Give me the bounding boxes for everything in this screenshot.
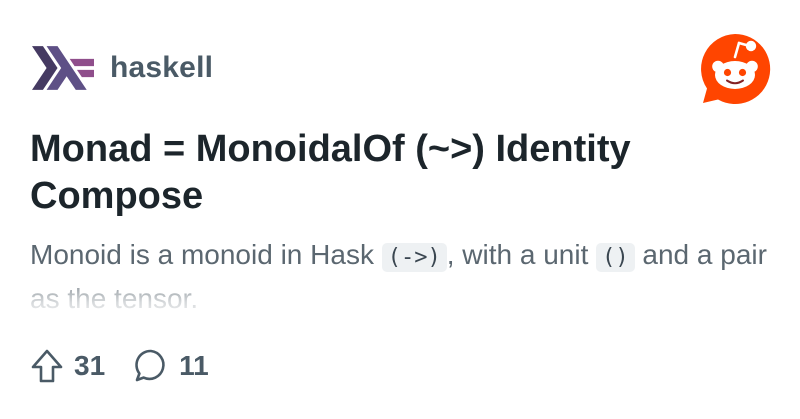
haskell-logo-icon[interactable]: [32, 46, 94, 90]
reddit-snoo-icon[interactable]: [699, 33, 771, 105]
upvote-arrow-icon[interactable]: [30, 348, 64, 384]
post-body: Monoid is a monoid in Hask (->), with a …: [30, 234, 780, 316]
inline-code-arrow: (->): [381, 243, 447, 272]
comment-count: 11: [179, 350, 209, 381]
community-header: haskell: [32, 44, 213, 92]
comment-stat[interactable]: 11: [133, 348, 209, 384]
comment-bubble-icon[interactable]: [133, 348, 169, 384]
post-body-text: Monoid is a monoid in Hask (->), with a …: [30, 234, 780, 316]
body-text-segment: , with a unit: [446, 239, 597, 270]
body-text-segment: Monoid is a monoid in Hask: [30, 239, 382, 270]
inline-code-unit: (): [596, 243, 635, 272]
post-title[interactable]: Monad = MonoidalOf (~>) Identity Compose: [30, 126, 770, 220]
upvote-count: 31: [74, 350, 106, 381]
post-stats: 31 11: [30, 346, 237, 386]
community-name[interactable]: haskell: [110, 51, 213, 85]
upvote-stat[interactable]: 31: [30, 348, 105, 384]
